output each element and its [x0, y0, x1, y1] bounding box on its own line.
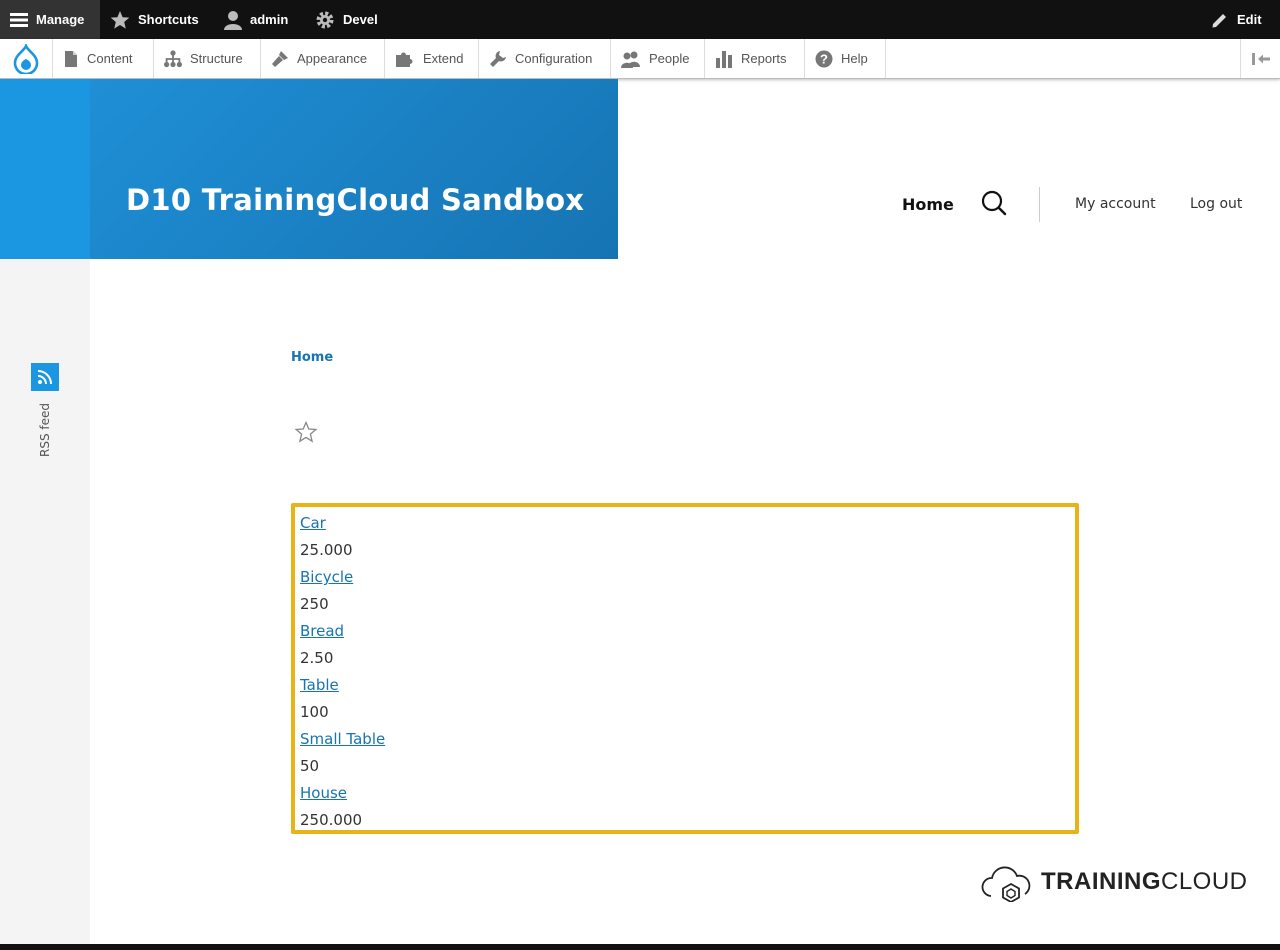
- header-left-accent: [0, 79, 90, 259]
- menu-item-extend[interactable]: Extend: [385, 39, 479, 78]
- menu-item-reports[interactable]: Reports: [705, 39, 805, 78]
- hamburger-icon: [10, 12, 28, 27]
- product-price: 2.50: [300, 649, 334, 667]
- search-icon: [981, 190, 1007, 216]
- drupal-drop-icon: [13, 43, 39, 74]
- bar-chart-icon: [716, 50, 732, 68]
- menu-item-content[interactable]: Content: [53, 39, 154, 78]
- menu-item-label: Configuration: [515, 51, 593, 66]
- menu-item-people[interactable]: People: [611, 39, 705, 78]
- menu-item-label: Reports: [741, 51, 787, 66]
- drupal-logo-link[interactable]: [0, 39, 53, 78]
- devel-tab[interactable]: Devel: [315, 0, 378, 39]
- puzzle-icon: [396, 52, 413, 67]
- menu-item-label: Extend: [423, 51, 464, 66]
- product-link-bicycle[interactable]: Bicycle: [300, 567, 353, 587]
- admin-menu-tray: Content Structure Appearance Extend Conf…: [0, 39, 1280, 79]
- product-link-small-table[interactable]: Small Table: [300, 729, 385, 749]
- log-out-link[interactable]: Log out: [1190, 196, 1242, 212]
- svg-text:?: ?: [820, 51, 828, 66]
- collapse-left-icon: [1251, 52, 1270, 65]
- site-name-link[interactable]: D10 TrainingCloud Sandbox: [126, 183, 584, 217]
- shortcut-toggle[interactable]: [294, 420, 318, 447]
- admin-toolbar: Manage Shortcuts admin Devel Edit: [0, 0, 1280, 39]
- site-branding: [90, 79, 618, 259]
- wordmark-bold: TRAINING: [1041, 868, 1161, 895]
- search-button[interactable]: [981, 190, 1007, 220]
- devel-label: Devel: [343, 12, 378, 27]
- wrench-icon: [490, 50, 506, 67]
- edit-label: Edit: [1237, 12, 1262, 27]
- user-label: admin: [250, 12, 289, 27]
- user-icon: [224, 10, 242, 30]
- footer-bar: [0, 944, 1280, 950]
- shortcuts-label: Shortcuts: [138, 12, 199, 27]
- gear-icon: [316, 11, 334, 28]
- rss-feed-link[interactable]: [31, 363, 59, 391]
- paintbrush-icon: [272, 50, 288, 67]
- menu-item-structure[interactable]: Structure: [154, 39, 261, 78]
- rss-feed-label[interactable]: RSS feed: [38, 403, 52, 457]
- product-link-house[interactable]: House: [300, 783, 347, 803]
- breadcrumb-home[interactable]: Home: [291, 350, 333, 365]
- product-price: 250: [300, 595, 329, 613]
- people-icon: [621, 51, 640, 68]
- star-outline-icon: [294, 420, 318, 443]
- product-link-table[interactable]: Table: [300, 675, 339, 695]
- product-price: 250.000: [300, 811, 363, 829]
- manage-label: Manage: [36, 12, 85, 27]
- menu-item-label: Structure: [190, 51, 243, 66]
- edit-button[interactable]: Edit: [1211, 0, 1262, 39]
- wordmark-light: CLOUD: [1161, 868, 1248, 895]
- product-price: 50: [300, 757, 320, 775]
- menu-item-label: Content: [87, 51, 133, 66]
- product-link-bread[interactable]: Bread: [300, 621, 344, 641]
- rss-icon: [37, 370, 52, 385]
- trainingcloud-wordmark: TRAININGCLOUD: [1041, 868, 1248, 896]
- help-icon: ?: [815, 50, 833, 67]
- menu-item-appearance[interactable]: Appearance: [261, 39, 385, 78]
- tray-orientation-toggle[interactable]: [1240, 39, 1280, 78]
- sitemap-icon: [164, 49, 182, 67]
- cloud-logo-icon: [981, 866, 1031, 902]
- product-link-car[interactable]: Car: [300, 513, 326, 533]
- manage-tab[interactable]: Manage: [0, 0, 100, 39]
- menu-item-help[interactable]: ? Help: [805, 39, 886, 78]
- file-icon: [65, 50, 77, 67]
- pencil-icon: [1212, 13, 1226, 27]
- nav-divider: [1039, 187, 1040, 222]
- main-nav-home[interactable]: Home: [902, 195, 954, 214]
- menu-item-configuration[interactable]: Configuration: [479, 39, 611, 78]
- star-icon: [110, 10, 130, 29]
- my-account-link[interactable]: My account: [1075, 196, 1156, 212]
- menu-item-label: Appearance: [297, 51, 368, 66]
- shortcuts-tab[interactable]: Shortcuts: [110, 0, 199, 39]
- menu-item-label: Help: [841, 51, 868, 66]
- product-list: Car 25.000 Bicycle 250 Bread 2.50 Table …: [291, 503, 1079, 834]
- user-tab[interactable]: admin: [224, 0, 288, 39]
- product-price: 25.000: [300, 541, 353, 559]
- product-price: 100: [300, 703, 329, 721]
- trainingcloud-logo: TRAININGCLOUD: [981, 862, 1248, 902]
- menu-item-label: People: [649, 51, 690, 66]
